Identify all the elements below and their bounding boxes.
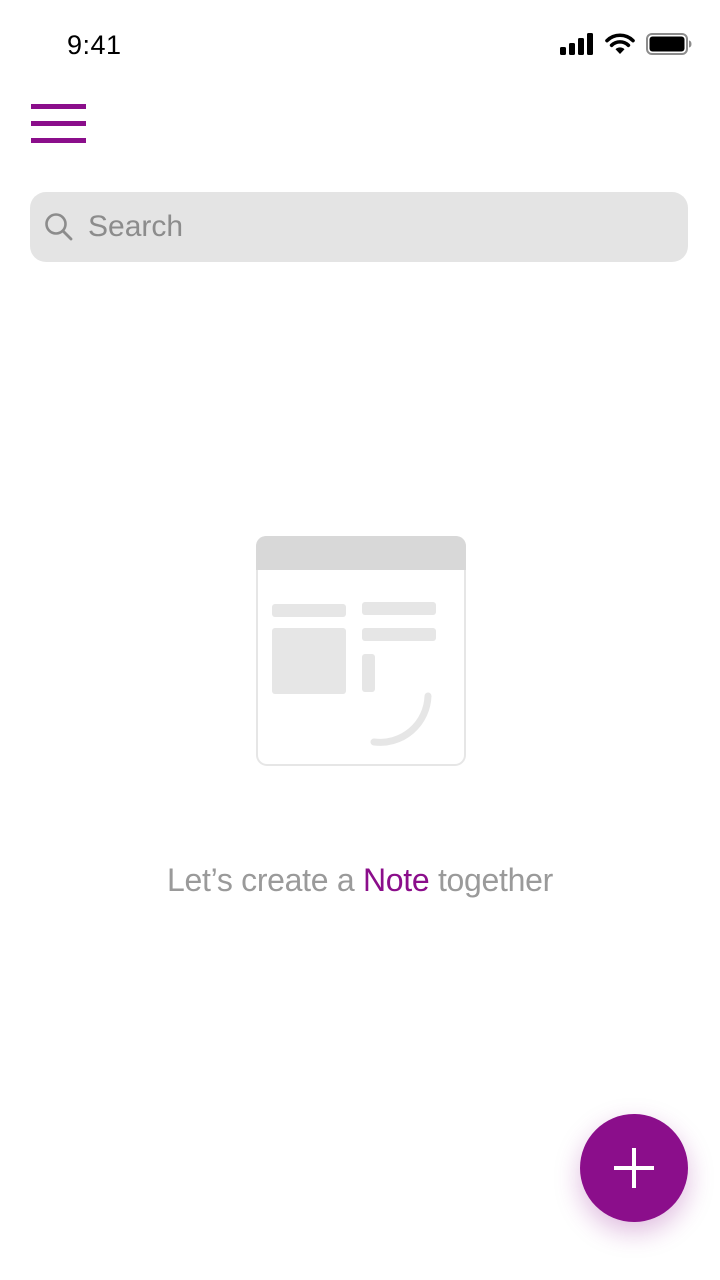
hamburger-menu-icon[interactable]: [31, 103, 87, 143]
search-icon: [45, 213, 73, 241]
menu-bar-middle: [31, 121, 86, 126]
status-bar: 9:41: [0, 0, 720, 90]
empty-state-text-after: together: [429, 862, 553, 898]
wifi-icon: [605, 33, 635, 54]
notes-home-screen: 9:41 Search Let’s create a Note together: [0, 0, 720, 1280]
status-time: 9:41: [67, 30, 122, 60]
menu-bar-bottom: [31, 138, 86, 143]
menu-bar-top: [31, 104, 86, 109]
empty-state-message: Let’s create a Note together: [0, 862, 720, 899]
search-input[interactable]: [88, 192, 668, 262]
empty-state-text-accent: Note: [362, 862, 430, 898]
empty-state-text-before: Let’s create a: [167, 862, 363, 898]
status-icons: [560, 32, 692, 56]
signal-icon: [560, 33, 593, 55]
battery-icon: [646, 33, 692, 55]
empty-note-illustration: [256, 536, 466, 766]
plus-icon-vertical: [632, 1148, 636, 1188]
search-bar[interactable]: [30, 192, 688, 262]
add-note-button[interactable]: [580, 1114, 688, 1222]
